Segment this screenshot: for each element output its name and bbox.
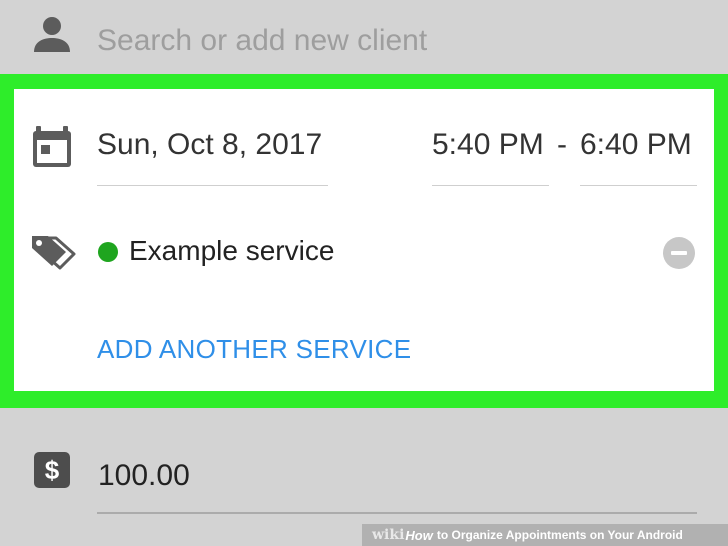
add-another-service-button[interactable]: ADD ANOTHER SERVICE: [97, 334, 411, 365]
time-separator: -: [557, 128, 567, 161]
start-time-underline: [432, 185, 549, 186]
start-time-field[interactable]: 5:40 PM: [432, 128, 544, 162]
client-search-input[interactable]: [97, 18, 597, 64]
watermark-caption: to Organize Appointments on Your Android: [436, 528, 683, 542]
end-time-field[interactable]: 6:40 PM: [580, 128, 692, 162]
service-color-dot: [98, 242, 118, 262]
remove-circle-icon: [671, 251, 687, 255]
watermark-brand-how: How: [405, 527, 433, 543]
remove-service-button[interactable]: [663, 237, 695, 269]
date-field[interactable]: Sun, Oct 8, 2017: [97, 128, 322, 162]
person-icon: [34, 17, 70, 52]
watermark-brand-wiki: wiki: [372, 527, 405, 543]
price-underline: [97, 512, 697, 514]
wikihow-watermark: wiki How to Organize Appointments on You…: [362, 524, 728, 546]
service-name[interactable]: Example service: [129, 235, 334, 267]
dollar-icon: $: [34, 452, 70, 488]
calendar-icon: [33, 126, 71, 167]
tag-icon: [32, 236, 76, 270]
end-time-underline: [580, 185, 697, 186]
date-underline: [97, 185, 328, 186]
price-input[interactable]: [98, 456, 398, 496]
